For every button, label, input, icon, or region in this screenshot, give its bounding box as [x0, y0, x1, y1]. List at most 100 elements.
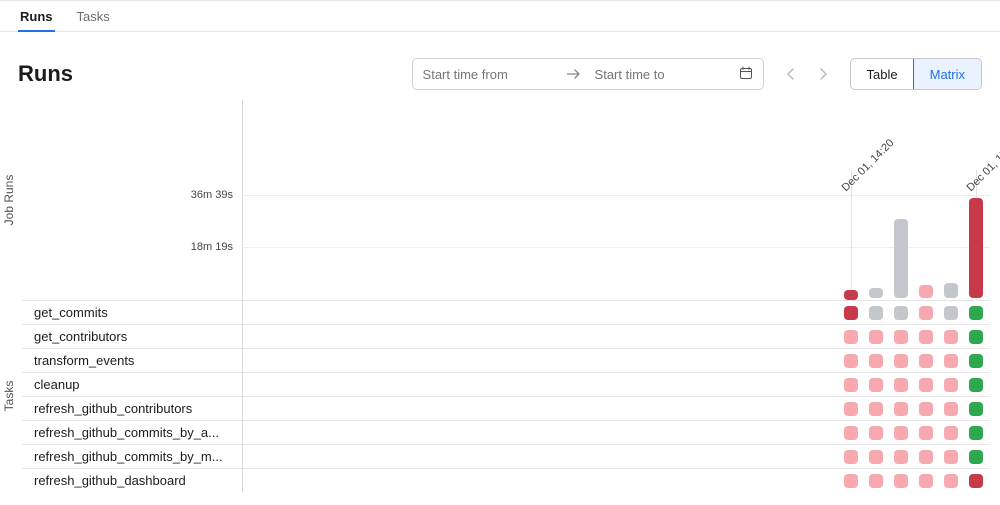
- time-label: Dec 01, 15:30: [965, 137, 1000, 194]
- task-cell[interactable]: [969, 306, 983, 320]
- task-cell[interactable]: [869, 474, 883, 488]
- task-cell[interactable]: [919, 378, 933, 392]
- task-cell[interactable]: [894, 450, 908, 464]
- task-cell[interactable]: [869, 306, 883, 320]
- task-cell[interactable]: [919, 474, 933, 488]
- task-cell[interactable]: [844, 474, 858, 488]
- matrix-view: Job Runs Tasks get_commitsget_contributo…: [0, 100, 1000, 492]
- task-cell[interactable]: [919, 330, 933, 344]
- page-title: Runs: [18, 61, 73, 87]
- plot-area: 18m 19s36m 39sDec 01, 14:20Dec 01, 15:30: [242, 100, 1000, 492]
- task-label[interactable]: cleanup: [22, 372, 242, 396]
- job-run-bar[interactable]: [869, 288, 883, 298]
- task-cell[interactable]: [919, 402, 933, 416]
- axis-label-tasks: Tasks: [2, 300, 16, 492]
- task-cell[interactable]: [969, 354, 983, 368]
- start-time-from-input[interactable]: [413, 61, 563, 88]
- task-cell[interactable]: [944, 354, 958, 368]
- job-run-bar[interactable]: [944, 283, 958, 298]
- pager: [778, 61, 836, 87]
- task-cell[interactable]: [894, 402, 908, 416]
- vertical-axis-labels: Job Runs Tasks: [0, 100, 22, 492]
- gridline: [243, 247, 990, 248]
- task-cell[interactable]: [869, 402, 883, 416]
- task-cell[interactable]: [844, 306, 858, 320]
- task-label[interactable]: refresh_github_commits_by_a...: [22, 420, 242, 444]
- task-cell[interactable]: [869, 330, 883, 344]
- task-cell[interactable]: [844, 330, 858, 344]
- task-cell[interactable]: [844, 378, 858, 392]
- time-label: Dec 01, 14:20: [840, 137, 897, 194]
- task-cell[interactable]: [944, 426, 958, 440]
- start-time-to-input[interactable]: [585, 61, 735, 88]
- prev-page-button[interactable]: [778, 61, 804, 87]
- task-cell[interactable]: [919, 306, 933, 320]
- job-run-bar[interactable]: [894, 219, 908, 298]
- task-row: [243, 468, 990, 492]
- task-cell[interactable]: [844, 354, 858, 368]
- task-label[interactable]: refresh_github_dashboard: [22, 468, 242, 492]
- y-tick-label: 36m 39s: [173, 189, 233, 201]
- tab-strip: Runs Tasks: [0, 0, 1000, 32]
- task-cell[interactable]: [894, 474, 908, 488]
- task-cell[interactable]: [919, 426, 933, 440]
- task-cell[interactable]: [944, 474, 958, 488]
- task-label[interactable]: get_contributors: [22, 324, 242, 348]
- task-row: [243, 444, 990, 468]
- task-cell[interactable]: [919, 450, 933, 464]
- task-row: [243, 300, 990, 324]
- task-row: [243, 348, 990, 372]
- task-row: [243, 396, 990, 420]
- tab-runs[interactable]: Runs: [18, 3, 55, 32]
- header-controls: Table Matrix: [412, 58, 982, 90]
- task-label[interactable]: transform_events: [22, 348, 242, 372]
- task-cell[interactable]: [869, 354, 883, 368]
- task-cell[interactable]: [919, 354, 933, 368]
- job-run-bar[interactable]: [844, 290, 858, 300]
- task-row: [243, 420, 990, 444]
- page-header: Runs Table Matrix: [0, 32, 1000, 100]
- task-cell[interactable]: [969, 402, 983, 416]
- task-cell[interactable]: [969, 330, 983, 344]
- task-cell[interactable]: [844, 450, 858, 464]
- task-cell[interactable]: [894, 330, 908, 344]
- task-cell[interactable]: [869, 450, 883, 464]
- task-label[interactable]: refresh_github_contributors: [22, 396, 242, 420]
- task-cell[interactable]: [944, 330, 958, 344]
- task-cell[interactable]: [944, 450, 958, 464]
- task-cell[interactable]: [869, 378, 883, 392]
- task-cell[interactable]: [894, 426, 908, 440]
- task-cell[interactable]: [844, 402, 858, 416]
- task-cell[interactable]: [844, 426, 858, 440]
- axis-label-job-runs: Job Runs: [2, 100, 16, 300]
- task-cell[interactable]: [969, 426, 983, 440]
- view-matrix-button[interactable]: Matrix: [914, 59, 981, 89]
- task-cell[interactable]: [969, 450, 983, 464]
- job-run-bar[interactable]: [919, 285, 933, 298]
- task-row: [243, 372, 990, 396]
- job-run-bar[interactable]: [969, 198, 983, 298]
- arrow-right-icon: [563, 67, 585, 82]
- task-row: [243, 324, 990, 348]
- task-cell[interactable]: [894, 378, 908, 392]
- task-cell[interactable]: [969, 378, 983, 392]
- task-cell[interactable]: [894, 306, 908, 320]
- task-matrix: [243, 300, 990, 492]
- task-cell[interactable]: [944, 378, 958, 392]
- task-cell[interactable]: [869, 426, 883, 440]
- view-toggle: Table Matrix: [850, 58, 982, 90]
- next-page-button[interactable]: [810, 61, 836, 87]
- gridline: [243, 195, 990, 196]
- task-cell[interactable]: [944, 306, 958, 320]
- task-label[interactable]: get_commits: [22, 300, 242, 324]
- calendar-icon[interactable]: [735, 66, 763, 83]
- tab-tasks[interactable]: Tasks: [75, 3, 112, 32]
- task-cell[interactable]: [894, 354, 908, 368]
- job-runs-bar-chart: 18m 19s36m 39sDec 01, 14:20Dec 01, 15:30: [243, 100, 990, 300]
- task-label[interactable]: refresh_github_commits_by_m...: [22, 444, 242, 468]
- view-table-button[interactable]: Table: [851, 59, 914, 89]
- task-cell[interactable]: [944, 402, 958, 416]
- task-labels-column: get_commitsget_contributorstransform_eve…: [22, 100, 242, 492]
- date-range-picker: [412, 58, 764, 90]
- task-cell[interactable]: [969, 474, 983, 488]
